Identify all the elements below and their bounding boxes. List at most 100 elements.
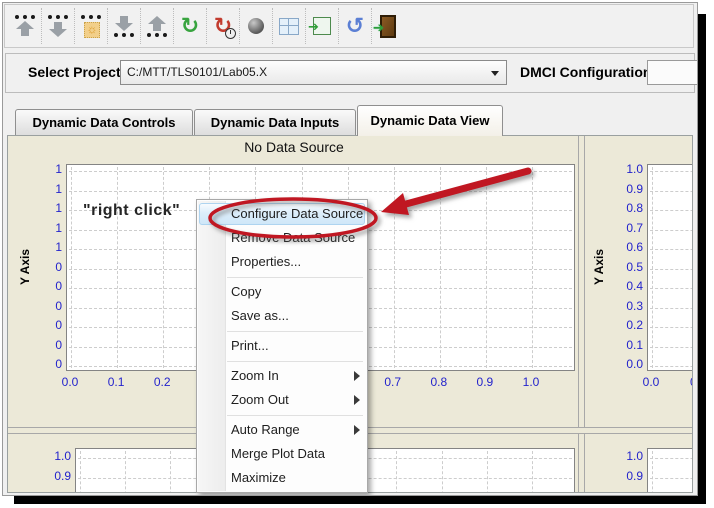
menu-item-zoom-in[interactable]: Zoom In: [197, 364, 367, 388]
x-tick-label: 0.9: [476, 375, 494, 389]
y-tick-label: 0.2: [626, 318, 643, 332]
x-tick-label: 0.1: [107, 375, 125, 389]
toolbar-button-device-settings[interactable]: ☼: [75, 8, 108, 44]
gridline: [439, 167, 441, 368]
gridline: [117, 167, 119, 368]
download-from-device-icon: [45, 13, 71, 39]
exit-icon: ➔: [373, 13, 401, 39]
vertical-splitter[interactable]: [578, 136, 585, 492]
y-tick-label: 0: [55, 298, 62, 313]
y-tick-label: 0.8: [626, 201, 643, 215]
project-combobox[interactable]: C:/MTT/TLS0101/Lab05.X: [120, 60, 507, 85]
gridline: [69, 190, 572, 192]
project-bar: Select Project C:/MTT/TLS0101/Lab05.X DM…: [5, 53, 697, 93]
project-combobox-value: C:/MTT/TLS0101/Lab05.X: [127, 65, 268, 79]
chart-title-top-left: No Data Source: [244, 139, 344, 155]
menu-item-maximize[interactable]: Maximize: [197, 466, 367, 490]
menu-item-print[interactable]: Print...: [197, 334, 367, 358]
undo-icon: ↺: [345, 13, 365, 38]
context-menu: Configure Data Source Remove Data Source…: [196, 199, 368, 493]
y-tick-label: 0: [55, 279, 62, 293]
toolbar-button-exit[interactable]: ➔: [372, 8, 404, 44]
y-tick-label: 0.4: [626, 279, 643, 293]
submenu-arrow-icon: [354, 425, 360, 435]
gridline: [650, 171, 692, 172]
tab-dynamic-data-inputs[interactable]: Dynamic Data Inputs: [194, 109, 356, 136]
menu-item-copy[interactable]: Copy: [197, 280, 367, 304]
app-window: ☼ ↻ ↻ ➔ ↺ ➔ Select Project C:/MTT/TLS010…: [2, 2, 698, 496]
y-tick-label: 0.5: [626, 259, 643, 274]
gridline: [650, 249, 692, 250]
menu-item-properties[interactable]: Properties...: [197, 250, 367, 274]
menu-item-zoom-out[interactable]: Zoom Out: [197, 388, 367, 412]
toolbar-button-sphere[interactable]: [240, 8, 273, 44]
toolbar-button-refresh[interactable]: ↻: [174, 8, 207, 44]
toolbar-button-undo[interactable]: ↺: [339, 8, 372, 44]
menu-item-merge-plot-data[interactable]: Merge Plot Data: [197, 442, 367, 466]
y-tick-label: 1.0: [626, 449, 643, 463]
y-tick-label: 0.6: [626, 240, 643, 254]
menu-item-auto-range[interactable]: Auto Range: [197, 418, 367, 442]
y-tick-label: 1.0: [54, 449, 71, 463]
submenu-arrow-icon: [354, 371, 360, 381]
y-tick-label: 0.3: [626, 298, 643, 313]
y-tick-label: 1: [55, 220, 62, 235]
x-tick-label: 0.2: [153, 375, 171, 389]
y-tick-label: 0.9: [626, 181, 643, 196]
gridline: [650, 307, 692, 309]
select-project-label: Select Project: [28, 64, 121, 80]
plot-area-bottom-right[interactable]: [647, 448, 692, 492]
tab-strip: Dynamic Data Controls Dynamic Data Input…: [3, 99, 697, 136]
y-tick-label: 1: [55, 181, 62, 196]
menu-item-save-as[interactable]: Save as...: [197, 304, 367, 328]
y-tick-label: 0.1: [626, 337, 643, 352]
upload-to-device-icon: [12, 13, 38, 39]
toolbar-button-tile-windows[interactable]: [273, 8, 306, 44]
gridline: [650, 366, 692, 367]
refresh-icon: ↻: [180, 13, 200, 38]
y-tick-label: 0.7: [626, 220, 643, 235]
gridline: [163, 167, 165, 368]
gridline: [69, 171, 572, 172]
scheduled-refresh-icon: ↻: [210, 13, 236, 39]
toolbar-button-import[interactable]: [108, 8, 141, 44]
gridline: [650, 458, 692, 459]
dmci-configuration-label: DMCI Configuration: [520, 64, 652, 80]
y-tick-label: 0.9: [626, 469, 643, 483]
plot-area-top-right[interactable]: [647, 164, 692, 371]
gridline: [650, 190, 692, 192]
toolbar-button-scheduled-refresh[interactable]: ↻: [207, 8, 240, 44]
y-axis-label-top-right: Y Axis: [592, 248, 606, 286]
gridline: [393, 167, 395, 368]
gridline: [650, 346, 692, 348]
export-icon: [144, 13, 170, 39]
y-tick-label: 0: [55, 357, 62, 371]
y-tick-label: 0: [55, 318, 62, 332]
y-tick-label: 0: [55, 259, 62, 274]
device-settings-icon: ☼: [78, 13, 104, 39]
y-axis-label-top-left: Y Axis: [18, 248, 32, 286]
tab-dynamic-data-controls[interactable]: Dynamic Data Controls: [15, 109, 193, 136]
toolbar-button-download[interactable]: [42, 8, 75, 44]
x-tick-label: 0.7: [384, 375, 402, 389]
menu-item-remove-data-source[interactable]: Remove Data Source: [197, 226, 367, 250]
import-icon: [111, 13, 137, 39]
menu-item-configure-data-source[interactable]: Configure Data Source: [199, 203, 365, 225]
sphere-icon: [243, 13, 269, 39]
y-tick-label: 0.9: [54, 469, 71, 483]
gridline: [650, 327, 692, 328]
tab-dynamic-data-view[interactable]: Dynamic Data View: [357, 105, 503, 136]
y-tick-label: 1: [55, 162, 62, 176]
x-tick-label: 1.0: [522, 375, 540, 389]
gridline: [532, 167, 533, 368]
import-data-icon: ➔: [308, 13, 335, 39]
gridline: [650, 288, 692, 289]
gridline: [650, 210, 692, 211]
toolbar-button-export[interactable]: [141, 8, 174, 44]
toolbar-button-upload[interactable]: [9, 8, 42, 44]
toolbar-button-import-data[interactable]: ➔: [306, 8, 339, 44]
gridline: [650, 478, 692, 479]
tile-windows-icon: [276, 13, 302, 39]
gridline: [485, 167, 487, 368]
dmci-configuration-field[interactable]: [647, 60, 697, 85]
